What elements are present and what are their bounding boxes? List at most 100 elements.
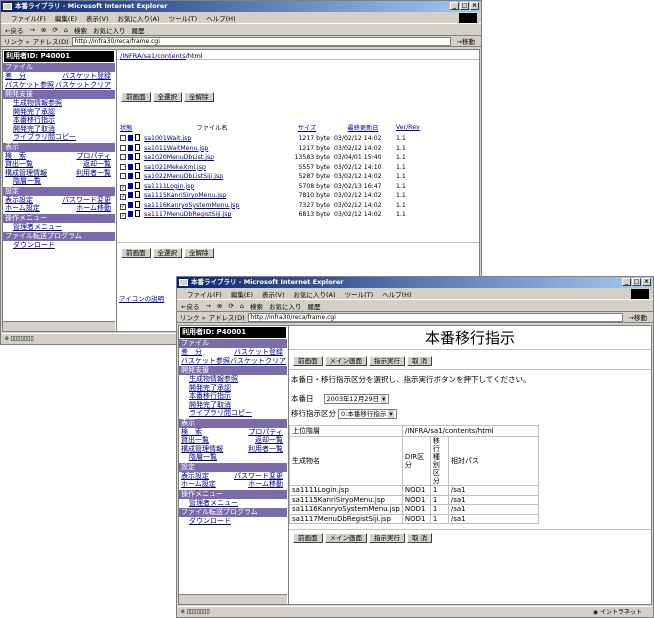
sidebar-hscroll-2[interactable] bbox=[179, 594, 287, 604]
view-link[interactable]: プロパティ bbox=[248, 428, 283, 437]
view-link[interactable]: 返却一覧 bbox=[83, 160, 111, 169]
file-link[interactable]: バスケット参照 bbox=[181, 357, 230, 366]
file-name-link[interactable]: sa1116KanryoSystemMenu.jsp bbox=[142, 201, 282, 211]
select-all-button-bottom[interactable]: 全選択 bbox=[152, 248, 182, 258]
prev-screen-button-2[interactable]: 前画面 bbox=[293, 356, 323, 366]
address-input[interactable]: http://infra30/reca/frame.cgi bbox=[71, 36, 451, 46]
row-checkbox[interactable]: ✓ bbox=[120, 213, 126, 220]
toolbar-button-6[interactable]: お気に入り bbox=[269, 301, 302, 311]
file-name-link[interactable]: sa1115KanriSiryoMenu.jsp bbox=[142, 191, 282, 201]
file-link[interactable]: バスケット登録 bbox=[62, 72, 111, 81]
row-checkbox[interactable] bbox=[120, 154, 126, 161]
execute-button[interactable]: 指示実行 bbox=[369, 356, 405, 366]
admin-menu-link[interactable]: 管理者メニュー bbox=[3, 223, 115, 232]
menu-item-4[interactable]: ツール(T) bbox=[345, 289, 374, 299]
file-name-link[interactable]: sa1011WaitMenu.jsp bbox=[142, 144, 282, 154]
main-screen-button[interactable]: メイン画面 bbox=[324, 356, 367, 366]
row-checkbox[interactable]: ✓ bbox=[120, 194, 126, 201]
crumb-infra[interactable]: /INFRA bbox=[120, 52, 141, 60]
view-link[interactable]: 利用者一覧 bbox=[248, 445, 283, 454]
view-link[interactable]: 階層一覧 bbox=[3, 177, 115, 186]
toolbar-button-1[interactable]: → bbox=[29, 26, 34, 34]
close-button[interactable]: × bbox=[470, 2, 479, 10]
dev-link[interactable]: 開発完了取消 bbox=[3, 125, 115, 134]
row-checkbox[interactable] bbox=[120, 173, 126, 180]
dev-link[interactable]: ライブラリ間コピー bbox=[179, 409, 287, 418]
view-link[interactable]: 検 索 bbox=[5, 152, 26, 161]
col-ver[interactable]: Ver/Rev bbox=[394, 120, 424, 134]
file-name-link[interactable]: sa1021MekeXml.jsp bbox=[142, 163, 282, 173]
file-link[interactable]: 差 分 bbox=[5, 72, 26, 81]
deselect-all-button[interactable]: 全解除 bbox=[184, 92, 214, 102]
menu-item-2[interactable]: 表示(V) bbox=[262, 289, 285, 299]
settings-link[interactable]: ホーム設定 bbox=[5, 204, 40, 213]
settings-link[interactable]: ホーム移動 bbox=[248, 480, 283, 489]
col-status[interactable]: 状態 bbox=[118, 120, 142, 134]
dev-link[interactable]: 開発完了承認 bbox=[179, 384, 287, 393]
menu-item-5[interactable]: ヘルプ(H) bbox=[382, 289, 411, 299]
menu-item-2[interactable]: 表示(V) bbox=[86, 13, 109, 23]
main-screen-button-b[interactable]: メイン画面 bbox=[324, 533, 367, 543]
view-link[interactable]: 階層一覧 bbox=[179, 453, 287, 462]
view-link[interactable]: 構成管理情報 bbox=[181, 445, 223, 454]
go-button[interactable]: →移動 bbox=[454, 36, 481, 46]
prev-screen-button-2b[interactable]: 前画面 bbox=[293, 533, 323, 543]
row-checkbox[interactable] bbox=[120, 163, 126, 170]
address-input-2[interactable]: http://infra30/reca/frame.cgi bbox=[247, 312, 623, 322]
toolbar-button-4[interactable]: ⌂ bbox=[64, 26, 68, 34]
settings-link[interactable]: ホーム移動 bbox=[76, 204, 111, 213]
menu-item-1[interactable]: 編集(E) bbox=[55, 13, 77, 23]
menu-item-3[interactable]: お気に入り(A) bbox=[294, 289, 336, 299]
toolbar-button-3[interactable]: ⟳ bbox=[52, 26, 57, 34]
toolbar-button-2[interactable]: ⊗ bbox=[41, 26, 46, 34]
view-link[interactable]: 検 索 bbox=[181, 428, 202, 437]
col-size[interactable]: サイズ bbox=[282, 120, 332, 134]
select-all-button[interactable]: 全選択 bbox=[152, 92, 182, 102]
settings-link[interactable]: 表示設定 bbox=[5, 196, 33, 205]
dev-link[interactable]: 開発完了取消 bbox=[179, 401, 287, 410]
admin-menu-link[interactable]: 管理者メニュー bbox=[179, 499, 287, 508]
go-button-2[interactable]: →移動 bbox=[626, 312, 653, 322]
links-label-2[interactable]: リンク » bbox=[180, 312, 206, 322]
minimize-button[interactable]: _ bbox=[450, 2, 459, 10]
row-checkbox[interactable] bbox=[120, 135, 126, 142]
file-name-link[interactable]: sa1001Wait.jsp bbox=[142, 134, 282, 144]
download-link[interactable]: ダウンロード bbox=[3, 241, 115, 250]
toolbar-button-2[interactable]: ⊗ bbox=[217, 302, 222, 310]
file-link[interactable]: バスケット参照 bbox=[5, 81, 54, 90]
view-link[interactable]: 利用者一覧 bbox=[76, 169, 111, 178]
toolbar-button-5[interactable]: 検索 bbox=[250, 301, 263, 311]
menu-item-1[interactable]: 編集(E) bbox=[231, 289, 253, 299]
cancel-button-b[interactable]: 取 消 bbox=[407, 533, 433, 543]
file-name-link[interactable]: sa1117MenuDbRegistSiji.jsp bbox=[142, 210, 282, 220]
file-link[interactable]: バスケットクリア bbox=[230, 357, 286, 366]
toolbar-button-7[interactable]: 履歴 bbox=[307, 301, 320, 311]
dev-link[interactable]: 生成物情報参照 bbox=[179, 375, 287, 384]
crumb-sa1[interactable]: /sa1 bbox=[141, 52, 155, 60]
settings-link[interactable]: パスワード変更 bbox=[62, 196, 111, 205]
settings-link[interactable]: 表示設定 bbox=[181, 472, 209, 481]
maximize-button[interactable]: □ bbox=[460, 2, 469, 10]
toolbar-button-4[interactable]: ⌂ bbox=[240, 302, 244, 310]
download-link[interactable]: ダウンロード bbox=[179, 517, 287, 526]
toolbar-button-1[interactable]: → bbox=[205, 302, 210, 310]
row-checkbox[interactable]: ✓ bbox=[120, 184, 126, 191]
dev-link[interactable]: ライブラリ間コピー bbox=[3, 133, 115, 142]
file-link[interactable]: バスケットクリア bbox=[55, 81, 111, 90]
toolbar-button-7[interactable]: 履歴 bbox=[131, 25, 144, 35]
sidebar-hscroll[interactable] bbox=[3, 321, 115, 331]
icon-help-link[interactable]: アイコンの説明 bbox=[119, 293, 164, 303]
cancel-button[interactable]: 取 消 bbox=[407, 356, 433, 366]
settings-link[interactable]: ホーム設定 bbox=[181, 480, 216, 489]
dev-link[interactable]: 本番移行指示 bbox=[179, 392, 287, 401]
view-link[interactable]: 構成管理情報 bbox=[5, 169, 47, 178]
row-checkbox[interactable]: ✓ bbox=[120, 203, 126, 210]
view-link[interactable]: プロパティ bbox=[76, 152, 111, 161]
dev-link[interactable]: 生成物情報参照 bbox=[3, 99, 115, 108]
menu-item-5[interactable]: ヘルプ(H) bbox=[206, 13, 235, 23]
menu-item-0[interactable]: ファイル(F) bbox=[11, 13, 46, 23]
settings-link[interactable]: パスワード変更 bbox=[234, 472, 283, 481]
crumb-contents[interactable]: /contents bbox=[155, 52, 185, 60]
file-link[interactable]: バスケット登録 bbox=[234, 348, 283, 357]
toolbar-button-6[interactable]: お気に入り bbox=[93, 25, 126, 35]
